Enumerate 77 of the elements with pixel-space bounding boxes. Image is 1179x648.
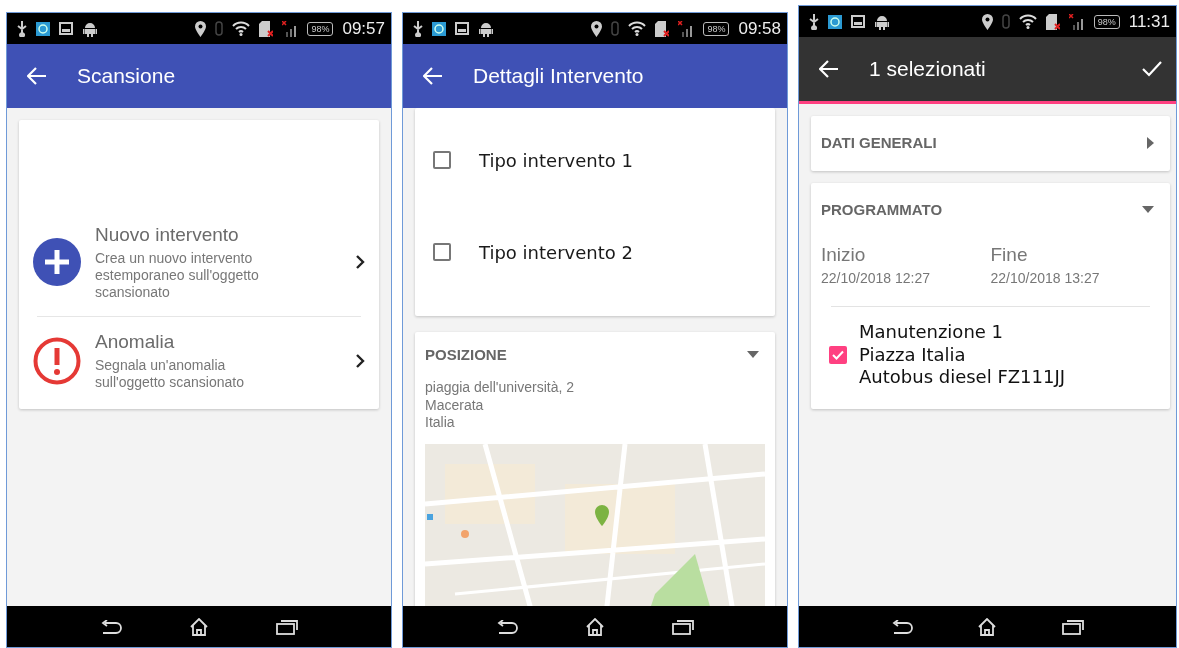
back-icon[interactable] xyxy=(891,619,914,634)
back-icon[interactable] xyxy=(496,619,519,634)
action-title: Nuovo intervento xyxy=(95,224,240,246)
checkbox[interactable] xyxy=(433,151,451,169)
image-icon xyxy=(455,22,469,35)
app-icon xyxy=(432,21,446,36)
android-icon xyxy=(874,13,890,30)
date-value: 22/10/2018 12:27 xyxy=(821,270,931,286)
recent-apps-icon[interactable] xyxy=(1061,618,1084,635)
wifi-icon xyxy=(232,21,251,36)
date-value: 22/10/2018 13:27 xyxy=(990,270,1101,286)
action-row[interactable]: Nuovo intervento Crea un nuovo intervento estemporaneo sull'oggetto scansionato xyxy=(19,220,379,309)
checkbox-label: Tipo intervento 1 xyxy=(479,149,633,171)
battery-level: 98% xyxy=(703,21,730,36)
signal-icon xyxy=(1068,13,1085,30)
location-icon xyxy=(981,13,993,30)
address-line: Italia xyxy=(425,414,456,432)
chevron-right-icon xyxy=(355,254,365,271)
home-icon[interactable] xyxy=(977,617,998,636)
alert-circle-icon xyxy=(33,337,81,386)
recent-apps-icon[interactable] xyxy=(671,618,694,635)
signal-icon xyxy=(282,20,299,37)
back-arrow-icon[interactable] xyxy=(27,67,47,85)
image-icon xyxy=(851,15,865,28)
section-heading: POSIZIONE xyxy=(425,346,507,363)
collapse-arrow-icon[interactable] xyxy=(1142,206,1154,213)
android-icon xyxy=(478,20,494,37)
expand-arrow-icon[interactable] xyxy=(1147,136,1154,149)
action-title: Anomalia xyxy=(95,331,176,354)
check-icon[interactable] xyxy=(1142,61,1162,77)
app-icon xyxy=(36,21,50,36)
home-icon[interactable] xyxy=(189,617,209,636)
checkbox[interactable] xyxy=(829,345,847,364)
usb-icon xyxy=(809,13,819,30)
screen-title: Dettagli Intervento xyxy=(473,64,645,88)
app-icon xyxy=(828,14,842,29)
chevron-right-icon xyxy=(355,353,365,370)
address-line: Macerata xyxy=(425,396,485,414)
back-arrow-icon[interactable] xyxy=(423,67,443,85)
collapse-arrow-icon[interactable] xyxy=(747,351,759,358)
screen-title: 1 selezionati xyxy=(869,57,987,81)
recent-apps-icon[interactable] xyxy=(275,618,298,635)
checkbox[interactable] xyxy=(433,243,451,261)
sim-card-icon xyxy=(1045,13,1060,30)
address-line: piaggia dell'università, 2 xyxy=(425,379,575,397)
date-label: Fine xyxy=(990,244,1029,266)
sim-card-icon xyxy=(259,20,274,37)
android-icon xyxy=(82,20,98,37)
battery-level: 98% xyxy=(1093,14,1120,29)
back-icon[interactable] xyxy=(100,619,123,634)
usb-icon xyxy=(17,20,27,37)
action-description: Crea un nuovo intervento estemporaneo sull'oggetto scansionato xyxy=(95,250,260,301)
back-arrow-icon[interactable] xyxy=(819,60,839,78)
item-text: Autobus diesel FZ111JJ xyxy=(859,366,1066,389)
action-description: Segnala un'anomalia sull'oggetto scansionato xyxy=(95,357,245,391)
status-time: 09:57 xyxy=(342,18,385,39)
section-heading: DATI GENERALI xyxy=(821,134,937,151)
status-time: 11:31 xyxy=(1128,11,1170,32)
sim-card-icon xyxy=(655,20,670,37)
location-icon xyxy=(591,20,603,37)
item-text: Manutenzione 1 xyxy=(859,321,1005,344)
date-label: Inizio xyxy=(821,244,867,266)
plus-circle-icon xyxy=(33,238,81,287)
location-icon xyxy=(195,20,207,37)
section-heading: PROGRAMMATO xyxy=(821,201,943,218)
action-row[interactable]: Anomalia Segnala un'anomalia sull'oggetto scansionato xyxy=(19,327,379,399)
home-icon[interactable] xyxy=(585,617,605,636)
signal-icon xyxy=(678,20,695,37)
screen-title: Scansione xyxy=(77,64,177,88)
battery-level: 98% xyxy=(307,21,334,36)
wifi-icon xyxy=(1018,14,1037,29)
status-time: 09:58 xyxy=(738,18,781,39)
checkbox-label: Tipo intervento 2 xyxy=(479,241,633,263)
image-icon xyxy=(59,22,73,35)
wifi-icon xyxy=(628,21,647,36)
item-text: Piazza Italia xyxy=(859,343,967,366)
usb-icon xyxy=(413,20,423,37)
